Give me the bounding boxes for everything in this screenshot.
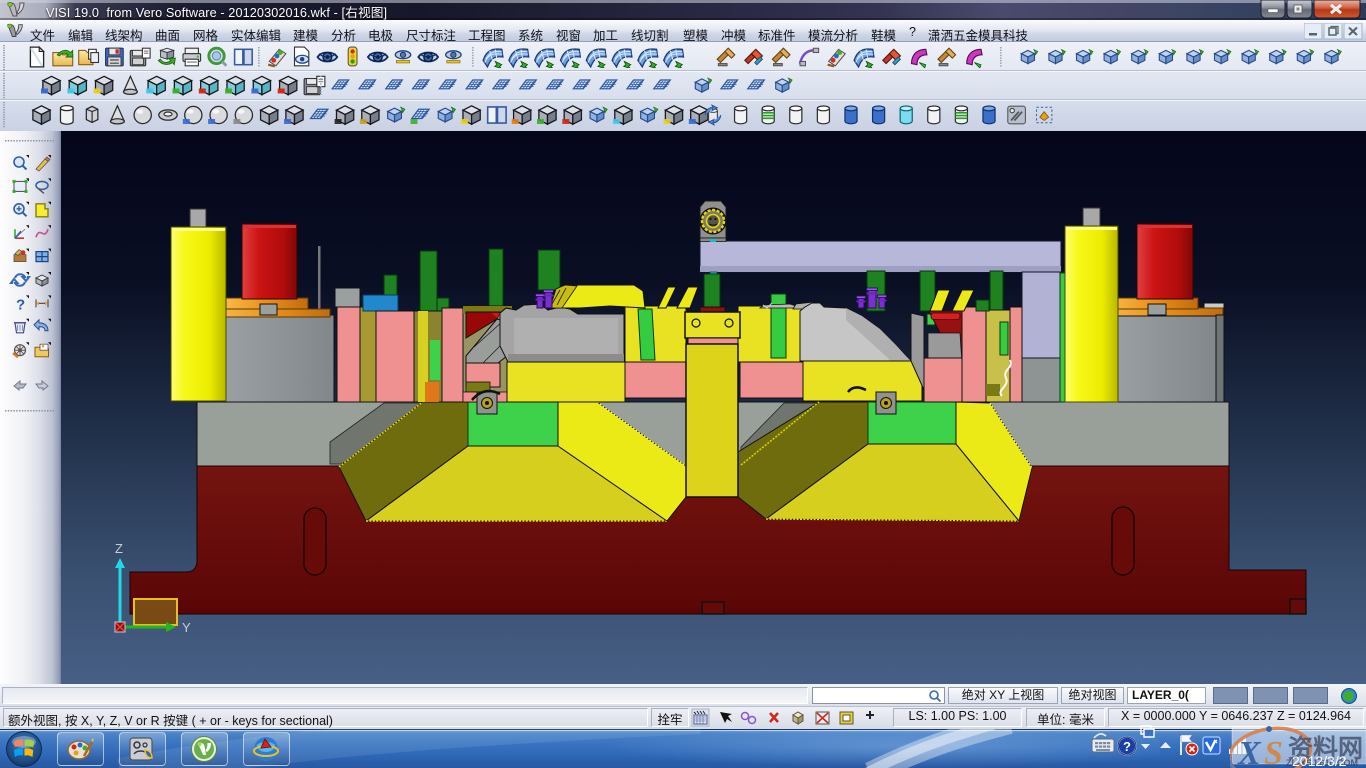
svg-text:Y: Y [182, 620, 191, 635]
svg-text:?: ? [16, 296, 25, 313]
svg-text:2012/3/2: 2012/3/2 [1292, 753, 1347, 768]
svg-text:?: ? [1123, 739, 1131, 754]
svg-text:S: S [1264, 735, 1283, 768]
svg-text:Z: Z [115, 541, 123, 556]
svg-text:X: X [1237, 735, 1262, 768]
